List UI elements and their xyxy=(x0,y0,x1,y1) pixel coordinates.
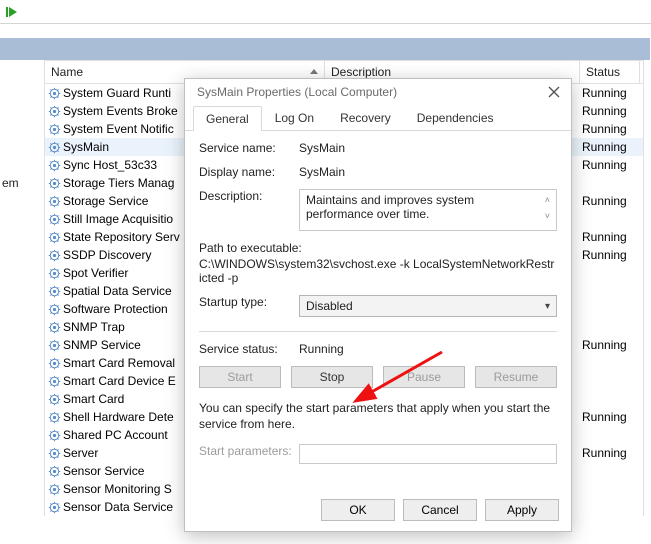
service-status: Running xyxy=(582,194,627,208)
service-status: Running xyxy=(582,104,627,118)
cancel-button[interactable]: Cancel xyxy=(403,499,477,521)
gear-icon xyxy=(45,500,63,514)
gear-icon xyxy=(45,122,63,136)
gear-icon xyxy=(45,248,63,262)
gear-icon xyxy=(45,266,63,280)
gear-icon xyxy=(45,482,63,496)
service-status: Running xyxy=(582,122,627,136)
label-description: Description: xyxy=(199,189,299,231)
left-tree-fragment: em xyxy=(2,176,19,190)
tab-general[interactable]: General xyxy=(193,106,262,131)
pause-button[interactable]: Pause xyxy=(383,366,465,388)
gear-icon xyxy=(45,86,63,100)
start-button[interactable]: Start xyxy=(199,366,281,388)
gear-icon xyxy=(45,284,63,298)
service-status: Running xyxy=(582,446,627,460)
gear-icon xyxy=(45,140,63,154)
startup-type-value: Disabled xyxy=(306,299,353,313)
service-status: Running xyxy=(582,410,627,424)
column-status[interactable]: Status xyxy=(580,61,640,83)
gear-icon xyxy=(45,446,63,460)
gear-icon xyxy=(45,464,63,478)
chevron-down-icon: ▾ xyxy=(545,301,550,312)
tabs: General Log On Recovery Dependencies xyxy=(185,105,571,131)
toolbar xyxy=(0,0,651,24)
gear-icon xyxy=(45,392,63,406)
label-path: Path to executable: xyxy=(199,241,557,255)
label-display-name: Display name: xyxy=(199,165,299,179)
tab-logon[interactable]: Log On xyxy=(262,105,327,130)
play-icon[interactable] xyxy=(6,5,20,19)
gear-icon xyxy=(45,302,63,316)
startup-type-select[interactable]: Disabled ▾ xyxy=(299,295,557,317)
dialog-titlebar: SysMain Properties (Local Computer) xyxy=(185,79,571,103)
stop-button[interactable]: Stop xyxy=(291,366,373,388)
gear-icon xyxy=(45,428,63,442)
gear-icon xyxy=(45,212,63,226)
gear-icon xyxy=(45,410,63,424)
value-path: C:\WINDOWS\system32\svchost.exe -k Local… xyxy=(199,257,557,285)
service-status: Running xyxy=(582,158,627,172)
gear-icon xyxy=(45,374,63,388)
label-service-status: Service status: xyxy=(199,342,299,356)
description-scroll[interactable]: ˄˅ xyxy=(545,193,550,221)
ok-button[interactable]: OK xyxy=(321,499,395,521)
gear-icon xyxy=(45,320,63,334)
gear-icon xyxy=(45,338,63,352)
gear-icon xyxy=(45,158,63,172)
value-service-name: SysMain xyxy=(299,141,557,155)
tab-recovery[interactable]: Recovery xyxy=(327,105,404,130)
label-startup-type: Startup type: xyxy=(199,295,299,317)
close-icon[interactable] xyxy=(547,85,561,99)
description-box: Maintains and improves system performanc… xyxy=(299,189,557,231)
dialog-title: SysMain Properties (Local Computer) xyxy=(197,85,397,99)
label-service-name: Service name: xyxy=(199,141,299,155)
apply-button[interactable]: Apply xyxy=(485,499,559,521)
start-params-note: You can specify the start parameters tha… xyxy=(199,400,557,432)
service-status: Running xyxy=(582,140,627,154)
service-status: Running xyxy=(582,338,627,352)
gear-icon xyxy=(45,104,63,118)
tab-dependencies[interactable]: Dependencies xyxy=(404,105,507,130)
properties-dialog: SysMain Properties (Local Computer) Gene… xyxy=(184,78,572,532)
label-start-params: Start parameters: xyxy=(199,444,299,464)
gear-icon xyxy=(45,176,63,190)
service-status: Running xyxy=(582,248,627,262)
value-service-status: Running xyxy=(299,342,557,356)
resume-button[interactable]: Resume xyxy=(475,366,557,388)
start-params-input[interactable] xyxy=(299,444,557,464)
value-display-name: SysMain xyxy=(299,165,557,179)
service-status: Running xyxy=(582,86,627,100)
gear-icon xyxy=(45,356,63,370)
gear-icon xyxy=(45,194,63,208)
window-titlebar-band xyxy=(0,38,650,60)
divider xyxy=(199,331,557,332)
value-description: Maintains and improves system performanc… xyxy=(306,193,545,221)
service-status: Running xyxy=(582,230,627,244)
gear-icon xyxy=(45,230,63,244)
